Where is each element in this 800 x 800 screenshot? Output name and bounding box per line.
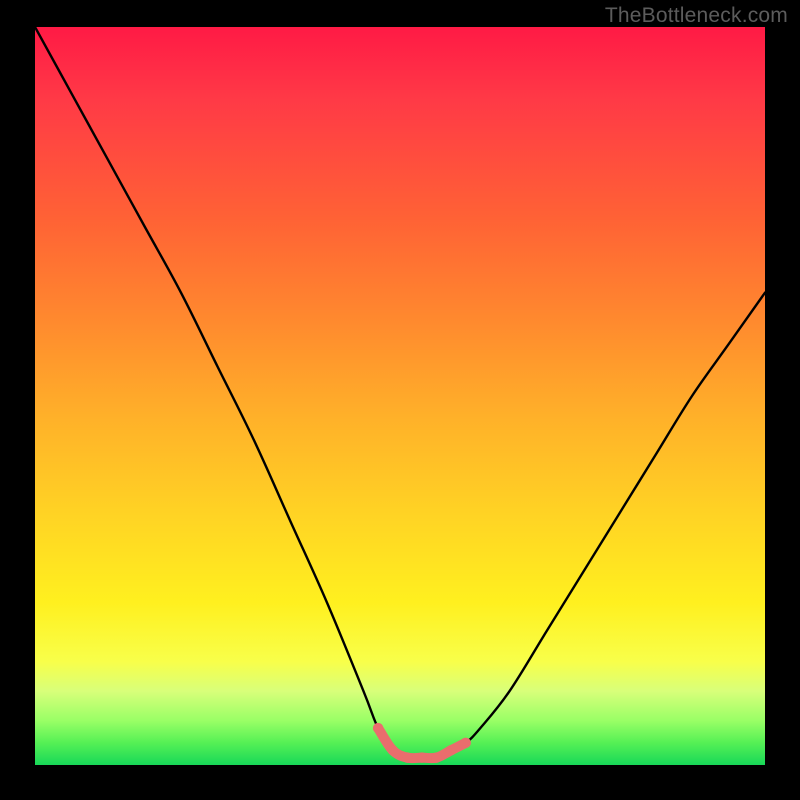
plot-area — [35, 27, 765, 765]
valley-dot — [373, 723, 383, 733]
valley-dot — [402, 752, 412, 762]
curve-svg — [35, 27, 765, 765]
valley-dot — [446, 745, 456, 755]
valley-dot — [461, 738, 471, 748]
chart-frame: TheBottleneck.com — [0, 0, 800, 800]
valley-dot — [417, 752, 427, 762]
valley-dot — [388, 745, 398, 755]
watermark-text: TheBottleneck.com — [605, 4, 788, 28]
bottleneck-curve-path — [35, 27, 765, 758]
valley-dot — [431, 752, 441, 762]
